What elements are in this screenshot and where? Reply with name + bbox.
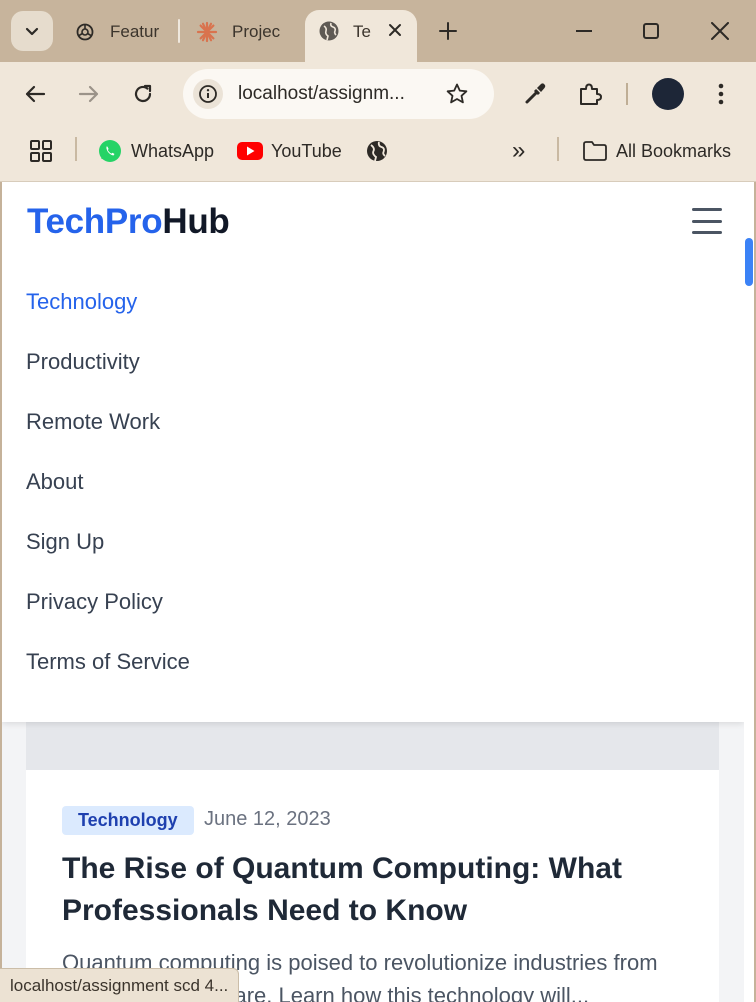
page-viewport: TechProHub Technology Productivity Remot… — [2, 182, 754, 1002]
reload-button[interactable] — [126, 77, 160, 111]
nav-item-about[interactable]: About — [26, 452, 190, 512]
globe-icon — [317, 19, 341, 43]
site-header: TechProHub Technology Productivity Remot… — [2, 182, 744, 722]
close-tab-icon[interactable] — [385, 20, 405, 40]
bookmark-star-icon[interactable] — [445, 82, 469, 106]
logo-text-secondary: Hub — [162, 202, 230, 241]
bookmarks-overflow-button[interactable]: » — [512, 138, 525, 164]
maximize-icon — [643, 23, 659, 39]
arrow-left-icon — [25, 85, 46, 103]
claude-icon — [196, 21, 218, 43]
address-bar[interactable]: localhost/assignm... — [183, 69, 494, 119]
chevron-double-right-icon: » — [512, 137, 526, 164]
post-title[interactable]: The Rise of Quantum Computing: What Prof… — [62, 848, 692, 932]
category-badge[interactable]: Technology — [62, 806, 194, 835]
mobile-nav: Technology Productivity Remote Work Abou… — [26, 272, 190, 692]
status-url-bubble: localhost/assignment scd 4... — [0, 968, 240, 1002]
close-window-button[interactable] — [705, 16, 735, 46]
nav-item-productivity[interactable]: Productivity — [26, 332, 190, 392]
plus-icon — [439, 22, 457, 40]
tab-active[interactable]: Te — [305, 10, 417, 62]
more-menu-icon[interactable] — [704, 77, 738, 111]
apps-grid-icon — [28, 138, 54, 164]
reload-icon — [134, 84, 152, 103]
tab-featur[interactable]: Featur — [74, 12, 160, 52]
profile-avatar[interactable] — [652, 78, 684, 110]
bookmarks-bar: WhatsApp YouTube » All Bookmarks — [0, 126, 756, 182]
chevron-down-icon — [25, 27, 39, 36]
bookmark-whatsapp[interactable]: WhatsApp — [97, 138, 214, 164]
tab-label: Projec — [232, 22, 281, 41]
forward-button[interactable] — [72, 77, 106, 111]
all-bookmarks-button[interactable]: All Bookmarks — [582, 138, 731, 164]
apps-button[interactable] — [28, 138, 62, 164]
back-button[interactable] — [18, 77, 52, 111]
chatgpt-icon — [74, 21, 96, 43]
toolbar-divider — [626, 83, 628, 105]
site-logo[interactable]: TechProHub — [27, 202, 230, 242]
browser-toolbar: localhost/assignm... — [0, 62, 756, 126]
youtube-icon — [237, 138, 263, 164]
nav-item-terms-of-service[interactable]: Terms of Service — [26, 632, 190, 692]
tab-search-button[interactable] — [11, 11, 53, 51]
address-url[interactable]: localhost/assignm... — [238, 83, 428, 105]
site-info-icon[interactable] — [193, 79, 223, 109]
tab-strip: Featur Projec Te — [0, 0, 756, 62]
nav-item-remote-work[interactable]: Remote Work — [26, 392, 190, 452]
minimize-icon — [576, 30, 592, 32]
globe-icon — [364, 138, 390, 164]
minimize-button[interactable] — [569, 16, 599, 46]
close-icon — [711, 22, 729, 40]
all-bookmarks-label: All Bookmarks — [616, 140, 732, 161]
hamburger-menu-icon[interactable] — [692, 208, 722, 234]
eyedropper-icon[interactable] — [518, 77, 552, 111]
bookmark-globe[interactable] — [364, 138, 398, 164]
whatsapp-icon — [97, 138, 123, 164]
page-scrollbar[interactable] — [744, 182, 754, 1002]
scrollbar-thumb[interactable] — [745, 238, 753, 286]
bookmark-divider — [557, 137, 559, 161]
bookmark-divider — [75, 137, 77, 161]
extensions-icon[interactable] — [572, 77, 606, 111]
bookmark-label: YouTube — [271, 140, 342, 161]
tab-label: Featur — [110, 22, 160, 41]
logo-text-primary: TechPro — [27, 202, 163, 241]
maximize-button[interactable] — [636, 16, 666, 46]
bookmark-label: WhatsApp — [131, 140, 215, 161]
nav-item-privacy-policy[interactable]: Privacy Policy — [26, 572, 190, 632]
folder-icon — [582, 138, 608, 164]
bookmark-youtube[interactable]: YouTube — [237, 138, 342, 164]
arrow-right-icon — [78, 85, 99, 103]
tab-separator — [178, 19, 180, 43]
tab-projec[interactable]: Projec — [196, 12, 284, 52]
nav-item-sign-up[interactable]: Sign Up — [26, 512, 190, 572]
tab-label: Te — [353, 22, 371, 41]
new-tab-button[interactable] — [434, 17, 462, 45]
post-date: June 12, 2023 — [204, 808, 331, 830]
nav-item-technology[interactable]: Technology — [26, 272, 190, 332]
